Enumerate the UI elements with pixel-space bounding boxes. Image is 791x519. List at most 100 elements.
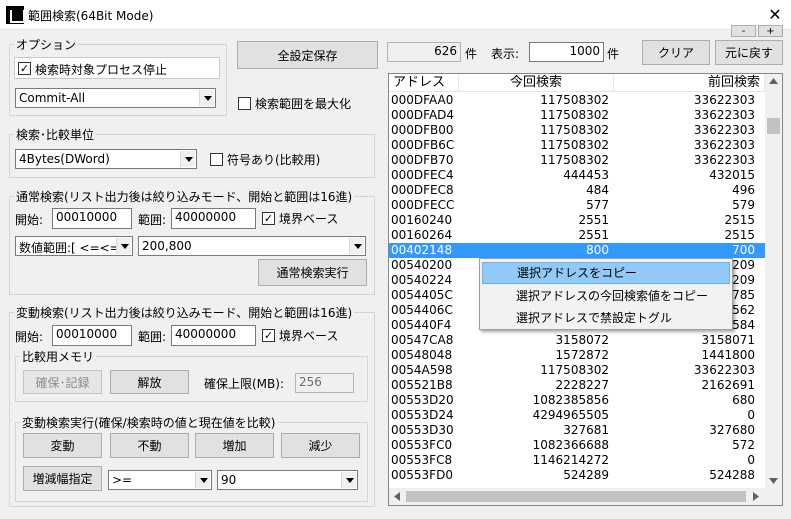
header-address[interactable]: アドレス bbox=[389, 74, 459, 92]
normal-range-input[interactable]: 40000000 bbox=[171, 208, 256, 229]
cell-address: 000DFAA0 bbox=[391, 93, 454, 107]
unit-select[interactable]: 4Bytes(DWord) bbox=[15, 149, 197, 169]
normal-value-select[interactable]: 200,800 bbox=[138, 236, 366, 256]
restore-button[interactable]: 元に戻す bbox=[715, 40, 783, 65]
cell-address: 000DFEC4 bbox=[391, 168, 454, 182]
app-icon bbox=[6, 6, 25, 24]
table-row[interactable]: 000DFAD4 117508302 33622303 bbox=[389, 108, 765, 123]
chevron-down-icon bbox=[180, 151, 195, 167]
vertical-scrollbar[interactable] bbox=[765, 74, 782, 489]
decreased-button[interactable]: 減少 bbox=[281, 433, 360, 458]
result-count: 626 bbox=[387, 42, 461, 62]
delta-op-select[interactable]: >= bbox=[108, 470, 212, 490]
signed-checkbox[interactable] bbox=[210, 153, 223, 166]
unchanged-button[interactable]: 不動 bbox=[110, 433, 189, 458]
cell-current: 524289 bbox=[563, 468, 609, 482]
cell-address: 00553FC8 bbox=[391, 453, 453, 467]
cell-address: 00160264 bbox=[391, 228, 453, 242]
cell-address: 00553FD0 bbox=[391, 468, 453, 482]
table-row[interactable]: 00160264 2551 2515 bbox=[389, 228, 765, 243]
menu-copy-current-value[interactable]: 選択アドレスの今回検索値をコピー bbox=[482, 285, 730, 307]
change-boundary-label: 境界ベース bbox=[279, 329, 339, 343]
signed-label: 符号あり(比較用) bbox=[227, 153, 321, 167]
table-row[interactable]: 00553D30 327681 327680 bbox=[389, 423, 765, 438]
cell-address: 00540200 bbox=[391, 258, 453, 272]
delta-value-select[interactable]: 90 bbox=[217, 470, 358, 490]
normal-start-input[interactable]: 00010000 bbox=[52, 208, 132, 229]
cell-previous: 0 bbox=[747, 408, 755, 422]
header-current[interactable]: 今回検索 bbox=[459, 74, 614, 92]
table-row[interactable]: 00548048 1572872 1441800 bbox=[389, 348, 765, 363]
scroll-right-icon[interactable] bbox=[753, 492, 759, 501]
table-row[interactable]: 000DFB6C 117508302 33622303 bbox=[389, 138, 765, 153]
cell-previous: 33622303 bbox=[693, 153, 755, 167]
scroll-down-icon[interactable] bbox=[769, 478, 778, 484]
stop-process-row[interactable]: ✓ 検索時対象プロセス停止 bbox=[14, 57, 220, 79]
menu-copy-address[interactable]: 選択アドレスをコピー bbox=[482, 262, 730, 284]
table-row[interactable]: 00402148 800 700 bbox=[389, 243, 765, 258]
count-unit: 件 bbox=[465, 47, 478, 61]
cell-previous: 700 bbox=[732, 243, 755, 257]
cell-previous: 0 bbox=[747, 453, 755, 467]
change-start-input[interactable]: 00010000 bbox=[52, 325, 132, 346]
horizontal-scrollbar[interactable] bbox=[389, 488, 765, 505]
table-row[interactable]: 000DFECC 577 579 bbox=[389, 198, 765, 213]
window-title: 範囲検索(64Bit Mode) bbox=[28, 9, 154, 23]
table-row[interactable]: 00553D20 1082385856 680 bbox=[389, 393, 765, 408]
release-button[interactable]: 解放 bbox=[110, 370, 189, 394]
table-row[interactable]: 000DFEC4 444453 432015 bbox=[389, 168, 765, 183]
limit-label: 確保上限(MB): bbox=[204, 377, 284, 391]
cell-address: 0054405C bbox=[391, 288, 453, 302]
scroll-left-icon[interactable] bbox=[394, 492, 400, 501]
limit-input[interactable]: 256 bbox=[295, 373, 354, 393]
normal-search-legend: 通常検索(リスト出力後は絞り込みモード、開始と範囲は16進) bbox=[16, 190, 353, 204]
chevron-down-icon bbox=[116, 238, 131, 254]
increased-button[interactable]: 増加 bbox=[195, 433, 274, 458]
cell-current: 1082366688 bbox=[532, 438, 609, 452]
cell-previous: 2515 bbox=[724, 228, 755, 242]
maximize-range-checkbox[interactable] bbox=[238, 97, 251, 110]
changed-button[interactable]: 変動 bbox=[23, 433, 102, 458]
unit-value: 4Bytes(DWord) bbox=[19, 152, 110, 166]
reserve-record-button[interactable]: 確保･記録 bbox=[23, 370, 102, 394]
table-row[interactable]: 00547CA8 3158072 3158071 bbox=[389, 333, 765, 348]
header-previous[interactable]: 前回検索 bbox=[614, 74, 765, 92]
change-boundary-checkbox[interactable]: ✓ bbox=[262, 329, 275, 342]
normal-search-run-button[interactable]: 通常検索実行 bbox=[258, 259, 367, 286]
cell-previous: 572 bbox=[732, 438, 755, 452]
table-row[interactable]: 000DFB70 117508302 33622303 bbox=[389, 153, 765, 168]
cell-current: 117508302 bbox=[540, 93, 609, 107]
clear-button[interactable]: クリア bbox=[642, 40, 710, 65]
table-row[interactable]: 005521B8 2228227 2162691 bbox=[389, 378, 765, 393]
plus-button[interactable]: + bbox=[758, 25, 783, 37]
minus-button[interactable]: - bbox=[731, 25, 756, 37]
memory-type-select[interactable]: Commit-All bbox=[15, 88, 216, 108]
chevron-down-icon bbox=[195, 472, 210, 488]
stop-process-checkbox[interactable]: ✓ bbox=[18, 62, 31, 75]
save-all-button[interactable]: 全設定保存 bbox=[237, 41, 378, 69]
table-row[interactable]: 00160240 2551 2515 bbox=[389, 213, 765, 228]
table-row[interactable]: 0054A598 117508302 33622303 bbox=[389, 363, 765, 378]
table-row[interactable]: 00553FD0 524289 524288 bbox=[389, 468, 765, 483]
cell-previous: 33622303 bbox=[693, 138, 755, 152]
normal-boundary-checkbox[interactable]: ✓ bbox=[262, 212, 275, 225]
delta-spec-button[interactable]: 増減幅指定 bbox=[23, 466, 102, 491]
display-count-input[interactable]: 1000 bbox=[529, 42, 604, 62]
menu-toggle-lock[interactable]: 選択アドレスで禁設定トグル bbox=[482, 307, 730, 329]
scroll-up-icon[interactable] bbox=[769, 78, 778, 84]
normal-mode-select[interactable]: 数値範囲:[ <=<= ] bbox=[15, 236, 133, 256]
change-range-input[interactable]: 40000000 bbox=[171, 325, 256, 346]
table-row[interactable]: 00553FC8 1146214272 0 bbox=[389, 453, 765, 468]
normal-range-label: 範囲: bbox=[138, 213, 167, 227]
cell-address: 0054A598 bbox=[391, 363, 453, 377]
stop-process-label: 検索時対象プロセス停止 bbox=[35, 63, 168, 77]
table-row[interactable]: 000DFEC8 484 496 bbox=[389, 183, 765, 198]
chevron-down-icon bbox=[349, 238, 364, 254]
vertical-scroll-thumb[interactable] bbox=[767, 118, 780, 134]
table-row[interactable]: 00553FC0 1082366688 572 bbox=[389, 438, 765, 453]
table-row[interactable]: 00553D24 4294965505 0 bbox=[389, 408, 765, 423]
table-row[interactable]: 000DFAA0 117508302 33622303 bbox=[389, 93, 765, 108]
horizontal-scroll-thumb[interactable] bbox=[406, 491, 746, 502]
table-row[interactable]: 000DFB00 117508302 33622303 bbox=[389, 123, 765, 138]
cell-address: 000DFECC bbox=[391, 198, 455, 212]
